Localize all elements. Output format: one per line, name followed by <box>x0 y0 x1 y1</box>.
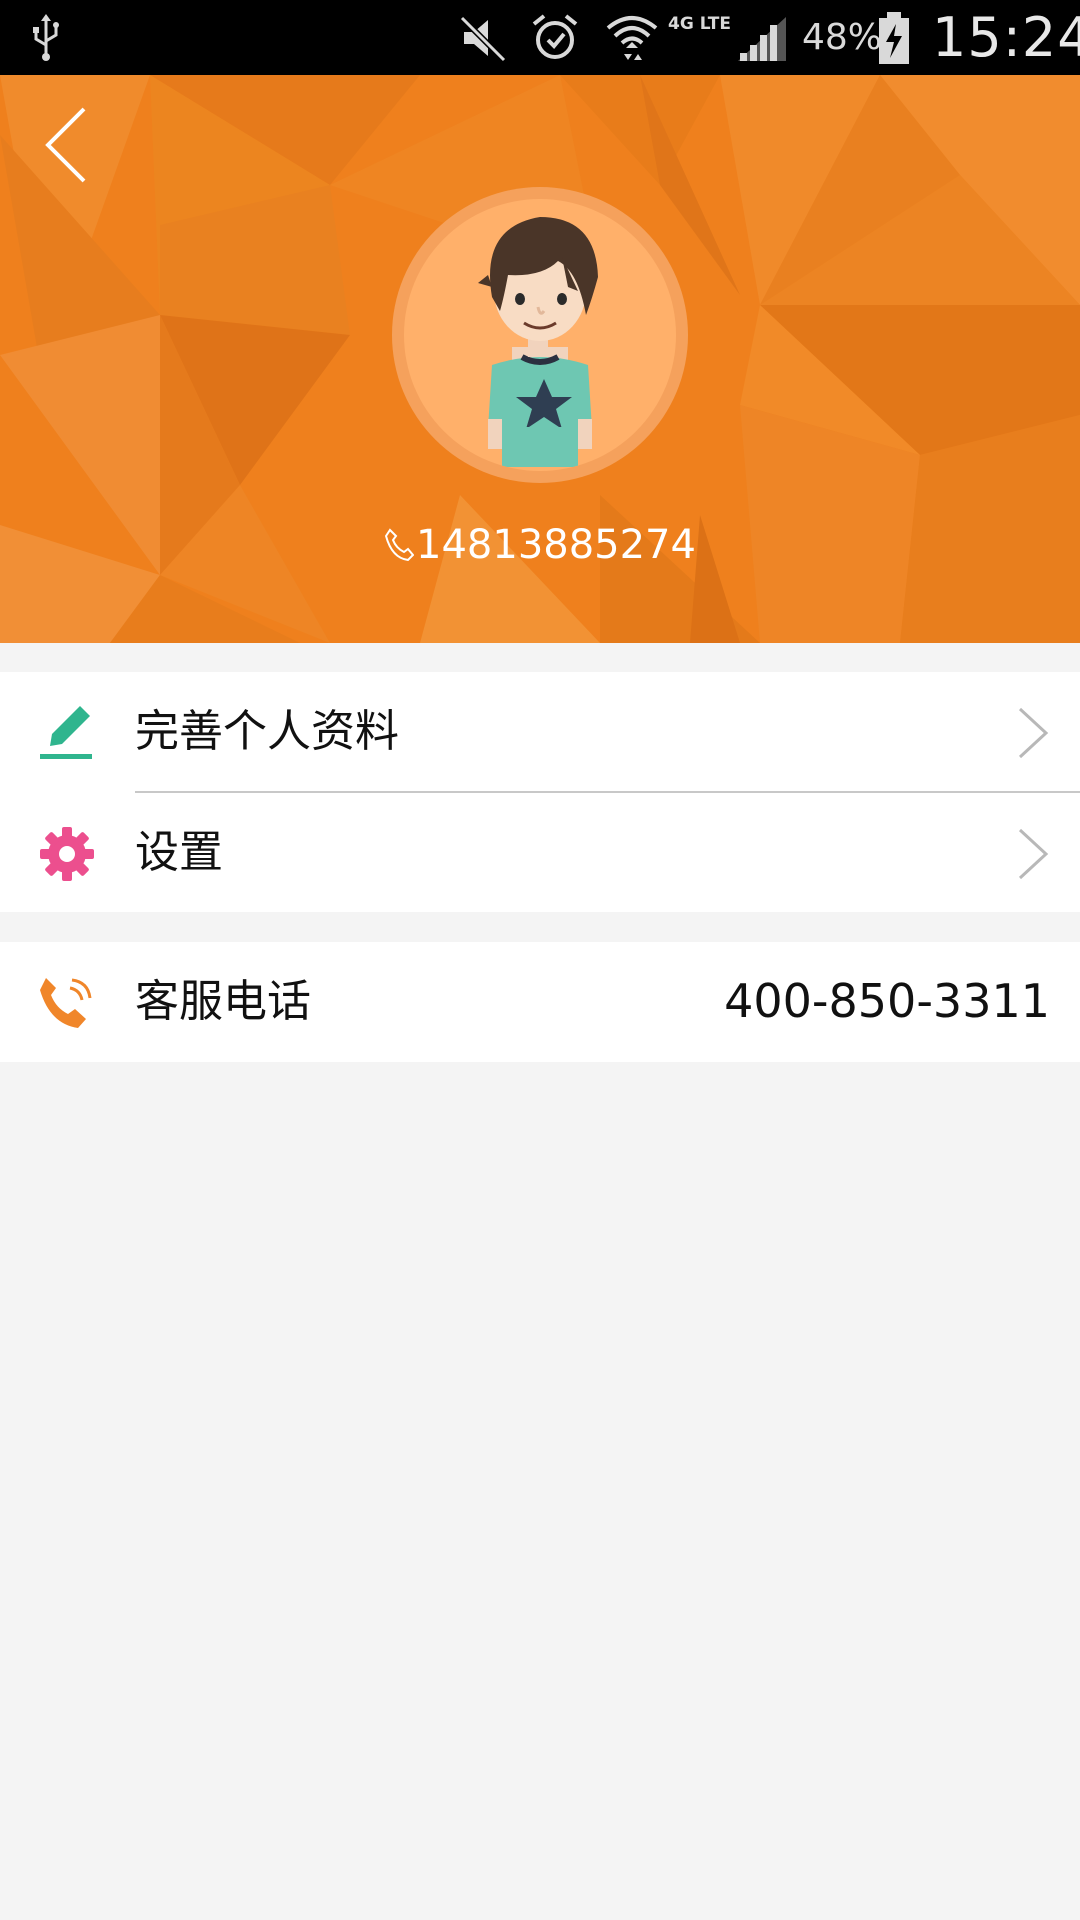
chevron-left-icon <box>45 107 86 183</box>
boy-avatar-icon <box>392 187 688 483</box>
phone-row: 14813885274 <box>0 515 1080 575</box>
back-button[interactable] <box>38 101 98 191</box>
phone-outline-icon <box>384 528 415 562</box>
avatar[interactable] <box>392 187 688 483</box>
phone-ring-icon <box>40 978 92 1028</box>
profile-menu: 完善个人资料 设置 <box>0 672 1080 912</box>
customer-service-number[interactable]: 400-850-3311 <box>724 942 1050 1061</box>
complete-profile-item[interactable]: 完善个人资料 <box>0 672 1080 793</box>
complete-profile-label: 完善个人资料 <box>135 706 399 757</box>
alarm-icon <box>530 0 580 75</box>
phone-number: 14813885274 <box>416 522 696 568</box>
pencil-icon <box>40 706 92 759</box>
clock: 15:24 <box>932 6 1080 69</box>
customer-service-item[interactable]: 客服电话 400-850-3311 <box>0 942 1080 1061</box>
settings-label: 设置 <box>135 827 223 878</box>
battery-icon <box>876 0 912 75</box>
gear-icon <box>40 827 94 881</box>
usb-icon <box>26 0 66 75</box>
chevron-right-icon <box>1018 707 1049 759</box>
signal-icon <box>736 0 788 75</box>
profile-header: 14813885274 <box>0 75 1080 643</box>
wifi-icon <box>604 0 660 75</box>
settings-item[interactable]: 设置 <box>0 793 1080 912</box>
network-type: 4G LTE <box>668 14 731 34</box>
chevron-right-icon <box>1018 828 1049 880</box>
status-bar: 4G LTE 48% 15:24 <box>0 0 1080 75</box>
mute-icon <box>458 0 510 75</box>
service-menu: 客服电话 400-850-3311 <box>0 942 1080 1062</box>
battery-percent: 48% <box>802 17 883 58</box>
customer-service-label: 客服电话 <box>135 976 311 1027</box>
